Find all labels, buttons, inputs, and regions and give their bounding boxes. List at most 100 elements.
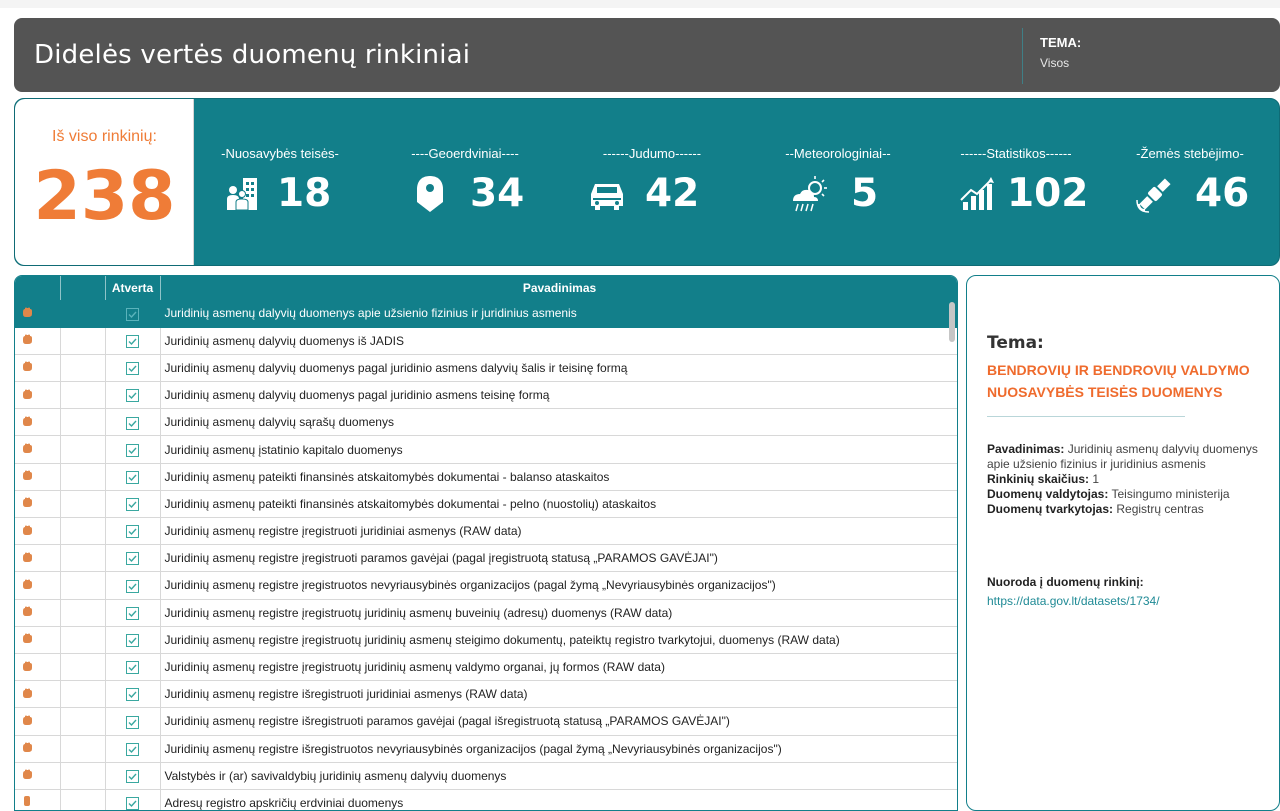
row-title[interactable]: Juridinių asmenų pateikti finansinės ats… — [160, 463, 957, 491]
row-empty-cell — [60, 571, 106, 600]
row-title[interactable]: Juridinių asmenų registre įregistruotų j… — [160, 599, 957, 627]
row-open-checkbox[interactable] — [105, 653, 161, 682]
row-title[interactable]: Juridinių asmenų dalyvių duomenys apie u… — [160, 300, 957, 328]
checkbox-icon — [126, 524, 139, 539]
row-open-checkbox[interactable] — [105, 517, 161, 546]
table-row[interactable]: Juridinių asmenų registre išregistruoti … — [15, 680, 957, 709]
row-title[interactable]: Adresų registro apskričių erdviniai duom… — [160, 789, 957, 810]
row-type-icon — [15, 381, 61, 410]
row-open-checkbox[interactable] — [105, 789, 161, 810]
column-header-atverta[interactable]: Atverta — [105, 276, 161, 300]
row-empty-cell — [60, 544, 106, 573]
row-title[interactable]: Juridinių asmenų registre išregistruoti … — [160, 680, 957, 709]
stat-geoerdviniai[interactable]: ----Geoerdviniai---- 34 — [390, 99, 540, 265]
row-title[interactable]: Juridinių asmenų registre išregistruoti … — [160, 707, 957, 736]
row-open-checkbox[interactable] — [105, 354, 161, 383]
row-type-icon — [15, 789, 61, 810]
table-row[interactable]: Juridinių asmenų įstatinio kapitalo duom… — [15, 435, 957, 464]
row-type-icon — [15, 408, 61, 437]
row-title[interactable]: Valstybės ir (ar) savivaldybių juridinių… — [160, 762, 957, 790]
table-row[interactable]: Juridinių asmenų registre įregistruotos … — [15, 571, 957, 600]
row-title[interactable]: Juridinių asmenų pateikti finansinės ats… — [160, 490, 957, 519]
hand-icon — [21, 769, 33, 783]
row-open-checkbox[interactable] — [105, 735, 161, 763]
hand-icon — [21, 579, 33, 593]
column-header[interactable] — [15, 276, 61, 300]
row-title[interactable]: Juridinių asmenų registre įregistruotos … — [160, 571, 957, 600]
table-row[interactable]: Juridinių asmenų registre įregistruotų j… — [15, 599, 957, 627]
table-row[interactable]: Juridinių asmenų pateikti finansinės ats… — [15, 490, 957, 519]
column-header[interactable] — [60, 276, 106, 300]
row-title[interactable]: Juridinių asmenų registre įregistruoti j… — [160, 517, 957, 546]
checkbox-icon — [126, 470, 139, 484]
row-title[interactable]: Juridinių asmenų dalyvių duomenys pagal … — [160, 381, 957, 410]
table-row[interactable]: Valstybės ir (ar) savivaldybių juridinių… — [15, 762, 957, 790]
row-title[interactable]: Juridinių asmenų dalyvių sąrašų duomenys — [160, 408, 957, 437]
stat-caption: ------Judumo------ — [602, 146, 702, 161]
row-open-checkbox[interactable] — [105, 300, 161, 328]
row-title[interactable]: Juridinių asmenų įstatinio kapitalo duom… — [160, 435, 957, 464]
hand-icon — [21, 552, 33, 566]
stat-caption: ------Statistikos------ — [960, 146, 1072, 161]
table-row[interactable]: Juridinių asmenų registre įregistruoti p… — [15, 544, 957, 573]
table-row[interactable]: Juridinių asmenų registre išregistruoti … — [15, 707, 957, 736]
table-row[interactable]: Juridinių asmenų dalyvių duomenys apie u… — [15, 300, 957, 328]
stat-nuosavybes[interactable]: -Nuosavybės teisės- 18 — [205, 99, 355, 265]
row-empty-cell — [60, 707, 106, 736]
row-type-icon — [15, 735, 61, 763]
row-open-checkbox[interactable] — [105, 762, 161, 790]
row-title[interactable]: Juridinių asmenų registre įregistruotų j… — [160, 653, 957, 682]
table-row[interactable]: Juridinių asmenų registre įregistruotų j… — [15, 653, 957, 682]
stat-statistikos[interactable]: ------Statistikos------ 102 — [941, 99, 1091, 265]
row-open-checkbox[interactable] — [105, 626, 161, 654]
row-open-checkbox[interactable] — [105, 680, 161, 709]
row-open-checkbox[interactable] — [105, 707, 161, 736]
stat-zemes-stebejimo[interactable]: -Žemės stebėjimo- 46 — [1115, 99, 1265, 265]
table-row[interactable]: Juridinių asmenų dalyvių duomenys iš JAD… — [15, 327, 957, 355]
row-title[interactable]: Juridinių asmenų registre išregistruotos… — [160, 735, 957, 763]
table-row[interactable]: Juridinių asmenų dalyvių duomenys pagal … — [15, 381, 957, 410]
row-open-checkbox[interactable] — [105, 544, 161, 573]
row-title[interactable]: Juridinių asmenų dalyvių duomenys iš JAD… — [160, 327, 957, 355]
row-open-checkbox[interactable] — [105, 463, 161, 491]
row-open-checkbox[interactable] — [105, 599, 161, 627]
tema-filter-value[interactable]: Visos — [1040, 56, 1069, 70]
detail-owner-value: Teisingumo ministerija — [1111, 487, 1230, 501]
header-divider — [1022, 28, 1023, 84]
hand-icon — [21, 497, 33, 511]
row-open-checkbox[interactable] — [105, 571, 161, 600]
satellite-icon — [1136, 178, 1171, 213]
table-row[interactable]: Juridinių asmenų registre išregistruotos… — [15, 735, 957, 763]
row-type-icon — [15, 490, 61, 519]
row-open-checkbox[interactable] — [105, 408, 161, 437]
row-open-checkbox[interactable] — [105, 381, 161, 410]
checkbox-icon — [126, 497, 139, 512]
stat-value: 46 — [1195, 171, 1250, 216]
row-open-checkbox[interactable] — [105, 435, 161, 464]
table-row[interactable]: Juridinių asmenų registre įregistruoti j… — [15, 517, 957, 546]
stat-meteorologiniai[interactable]: --Meteorologiniai-- 5 — [763, 99, 913, 265]
row-empty-cell — [60, 381, 106, 410]
dataset-link[interactable]: https://data.gov.lt/datasets/1734/ — [987, 594, 1160, 608]
row-title[interactable]: Juridinių asmenų registre įregistruoti p… — [160, 544, 957, 573]
checkbox-icon — [126, 306, 139, 321]
table-row[interactable]: Juridinių asmenų dalyvių duomenys pagal … — [15, 354, 957, 383]
table-row[interactable]: Juridinių asmenų registre įregistruotų j… — [15, 626, 957, 654]
table-scrollbar[interactable] — [949, 302, 955, 342]
table-row[interactable]: Juridinių asmenų dalyvių sąrašų duomenys — [15, 408, 957, 437]
row-open-checkbox[interactable] — [105, 490, 161, 519]
row-title[interactable]: Juridinių asmenų registre įregistruotų j… — [160, 626, 957, 654]
table-row[interactable]: Juridinių asmenų pateikti finansinės ats… — [15, 463, 957, 491]
row-title[interactable]: Juridinių asmenų dalyvių duomenys pagal … — [160, 354, 957, 383]
row-open-checkbox[interactable] — [105, 327, 161, 355]
column-header-pavadinimas[interactable]: Pavadinimas — [160, 276, 957, 300]
stat-judumo[interactable]: ------Judumo------ 42 — [577, 99, 727, 265]
pin-icon — [21, 796, 33, 810]
row-empty-cell — [60, 680, 106, 709]
checkbox-icon — [126, 796, 139, 810]
table-row[interactable]: Adresų registro apskričių erdviniai duom… — [15, 789, 957, 810]
row-empty-cell — [60, 354, 106, 383]
row-empty-cell — [60, 762, 106, 790]
stat-caption: ----Geoerdviniai---- — [411, 146, 519, 161]
checkbox-icon — [126, 551, 139, 566]
